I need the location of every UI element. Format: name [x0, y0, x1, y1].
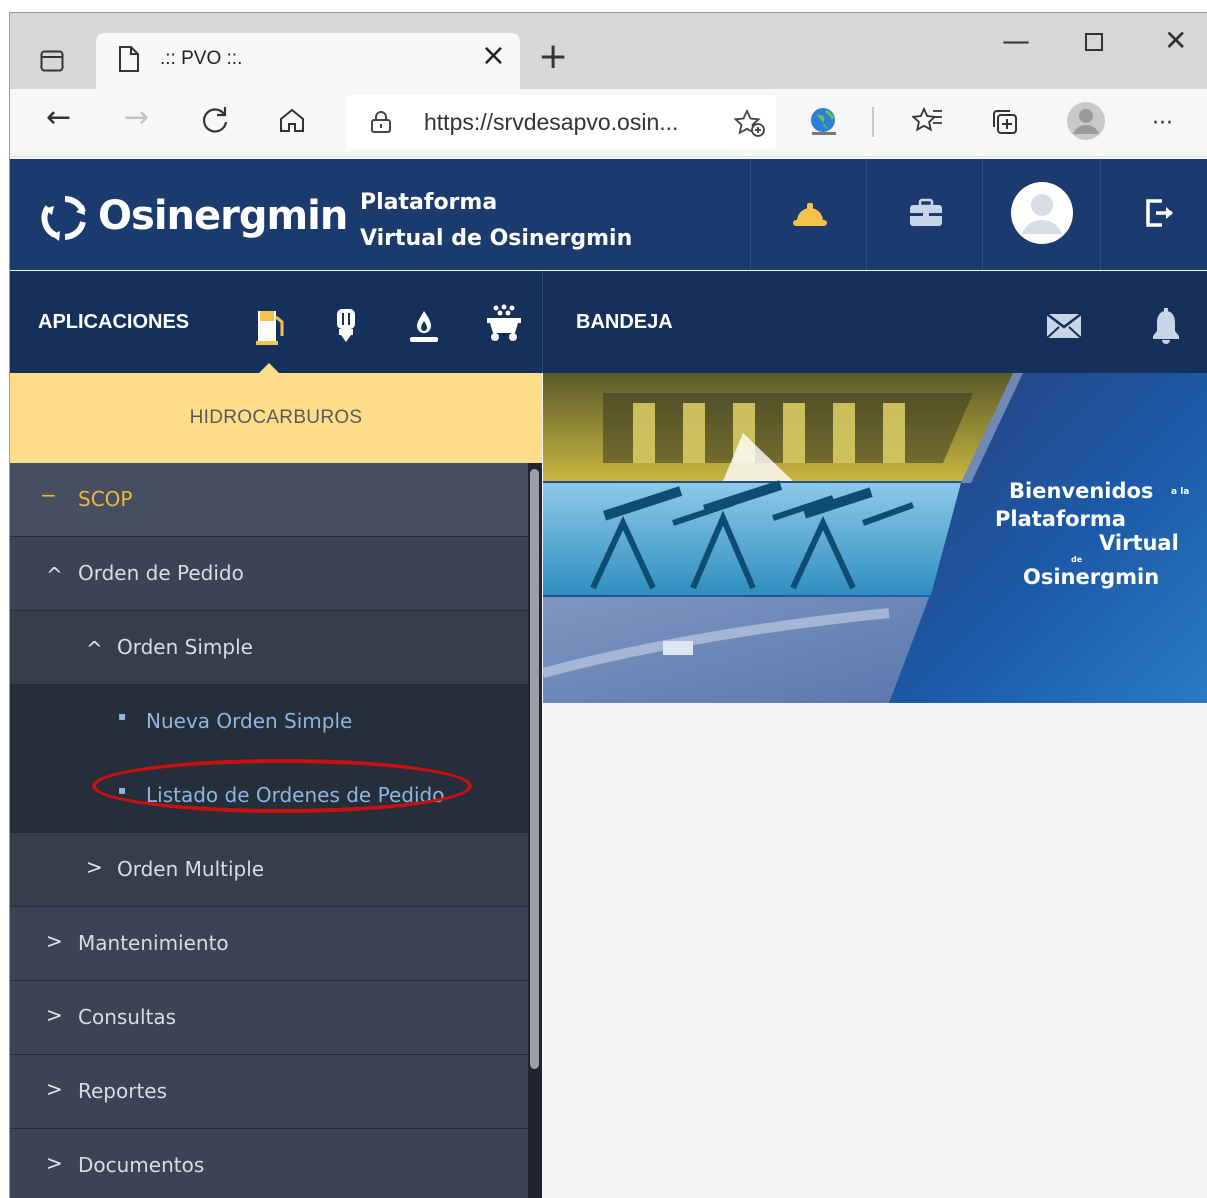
sidebar-item-nueva-orden-simple[interactable]: ▪ Nueva Orden Simple	[10, 685, 528, 759]
briefcase-icon	[908, 198, 944, 232]
banner-text-osinergmin: Osinergmin	[1023, 565, 1160, 589]
maximize-icon[interactable]	[1084, 29, 1104, 57]
banner-text-bienvenidos: Bienvenidos	[1009, 479, 1154, 503]
browser-window: .:: PVO ::. × + — ✕ ← → https://srvdesap…	[9, 12, 1207, 1198]
tab-title: .:: PVO ::.	[160, 48, 243, 69]
site-header: Osinergmin Plataforma Virtual de Osinerg…	[10, 159, 1207, 270]
logout-button[interactable]	[1100, 159, 1207, 270]
sidebar-item-label: Consultas	[78, 1005, 177, 1029]
chevron-right-icon: >	[46, 929, 63, 953]
collapse-minus-icon: −	[40, 483, 57, 507]
close-tab-icon[interactable]: ×	[481, 41, 506, 71]
sidebar-item-label: Mantenimiento	[78, 931, 229, 955]
page-icon	[118, 45, 140, 77]
collections-icon[interactable]	[990, 107, 1020, 141]
add-favorite-icon[interactable]	[733, 108, 766, 141]
profile-avatar-icon[interactable]	[1066, 101, 1106, 145]
chevron-right-icon: >	[86, 855, 103, 879]
chevron-right-icon: >	[46, 1077, 63, 1101]
logout-icon	[1144, 198, 1176, 232]
mining-cart-icon[interactable]	[484, 303, 524, 347]
banner-text-de: de	[1071, 555, 1083, 564]
sidebar-item-orden-de-pedido[interactable]: ^ Orden de Pedido	[10, 537, 528, 611]
favorites-icon[interactable]	[911, 106, 944, 139]
forward-icon[interactable]: →	[124, 103, 149, 133]
sidebar-item-label: SCOP	[78, 487, 133, 511]
main-content-area	[543, 703, 1207, 1198]
sidebar-item-orden-simple[interactable]: ^ Orden Simple	[10, 611, 528, 685]
sidebar-item-label: Reportes	[78, 1079, 168, 1103]
applications-bar: APLICACIONES BANDEJA	[10, 271, 1207, 373]
platform-title: Plataforma Virtual de Osinergmin	[360, 185, 632, 257]
home-icon[interactable]	[278, 107, 306, 139]
welcome-banner: Bienvenidos a la Plataforma Virtual de O…	[543, 373, 1207, 703]
platform-title-line1: Plataforma	[360, 190, 498, 215]
bell-icon[interactable]	[1150, 307, 1182, 349]
user-profile-button[interactable]	[982, 159, 1100, 270]
user-avatar	[1010, 181, 1073, 248]
sidebar-item-documentos[interactable]: > Documentos	[10, 1129, 528, 1198]
new-tab-icon[interactable]: +	[538, 39, 568, 75]
sidebar-item-reportes[interactable]: > Reportes	[10, 1055, 528, 1129]
highlight-annotation-circle	[92, 759, 472, 813]
sidebar-item-label: Nueva Orden Simple	[146, 709, 353, 733]
toolbar-divider	[872, 107, 874, 137]
sidebar-item-orden-multiple[interactable]: > Orden Multiple	[10, 833, 528, 907]
url-field[interactable]: https://srvdesapvo.osin...	[346, 95, 776, 149]
section-title: HIDROCARBUROS	[189, 407, 363, 428]
banner-text-virtual: Virtual	[1099, 531, 1179, 555]
section-header-hidrocarburos: HIDROCARBUROS	[10, 373, 542, 463]
active-app-indicator	[257, 363, 281, 375]
address-toolbar: ← → https://srvdesapvo.osin... ···	[10, 89, 1207, 157]
chevron-up-icon: ^	[86, 637, 103, 661]
url-text: https://srvdesapvo.osin...	[424, 109, 679, 135]
close-window-icon[interactable]: ✕	[1164, 27, 1187, 55]
mail-icon[interactable]	[1046, 313, 1082, 343]
sidebar-item-label: Orden Multiple	[117, 857, 265, 881]
applications-label: APLICACIONES	[38, 311, 190, 333]
banner-text-plataforma: Plataforma	[995, 507, 1126, 531]
more-options-icon[interactable]: ···	[1152, 113, 1173, 135]
screen: .:: PVO ::. × + — ✕ ← → https://srvdesap…	[0, 0, 1207, 1198]
helmet-button[interactable]	[750, 159, 868, 270]
gas-flame-icon[interactable]	[408, 309, 440, 347]
chevron-right-icon: >	[46, 1003, 63, 1027]
extension-globe-icon[interactable]	[808, 105, 840, 141]
tray-label: BANDEJA	[576, 311, 673, 333]
back-icon[interactable]: ←	[46, 103, 71, 133]
chevron-right-icon: >	[46, 1151, 63, 1175]
sidebar-item-consultas[interactable]: > Consultas	[10, 981, 528, 1055]
banner-text-a-la: a la	[1171, 487, 1190, 497]
briefcase-button[interactable]	[866, 159, 984, 270]
browser-tab[interactable]: .:: PVO ::. ×	[96, 33, 520, 89]
platform-title-line2: Virtual de Osinergmin	[360, 226, 633, 251]
chevron-up-icon: ^	[46, 563, 63, 587]
osinergmin-logo-icon	[40, 195, 90, 245]
sidebar-item-label: Documentos	[78, 1153, 205, 1177]
sidebar-item-mantenimiento[interactable]: > Mantenimiento	[10, 907, 528, 981]
sidebar-item-scop[interactable]: − SCOP	[10, 463, 528, 537]
sidebar-item-label: Orden de Pedido	[78, 561, 244, 585]
electricity-icon[interactable]	[334, 307, 358, 347]
logo-text: Osinergmin	[98, 193, 348, 239]
sidebar-item-label: Orden Simple	[117, 635, 253, 659]
helmet-icon	[791, 197, 829, 233]
fuel-pump-icon[interactable]	[254, 305, 284, 349]
lock-icon[interactable]	[370, 110, 392, 138]
sidebar-menu: HIDROCARBUROS − SCOP ^ Orden de Pedido ^…	[10, 373, 542, 1198]
tab-bar: .:: PVO ::. × + — ✕	[10, 13, 1207, 89]
sidebar-scrollbar-thumb[interactable]	[530, 469, 539, 1069]
bullet-icon: ▪	[118, 709, 127, 723]
refresh-icon[interactable]	[200, 105, 230, 141]
minimize-icon[interactable]: —	[1002, 27, 1030, 55]
appbar-divider	[542, 271, 543, 373]
tab-actions-icon[interactable]	[40, 50, 64, 76]
